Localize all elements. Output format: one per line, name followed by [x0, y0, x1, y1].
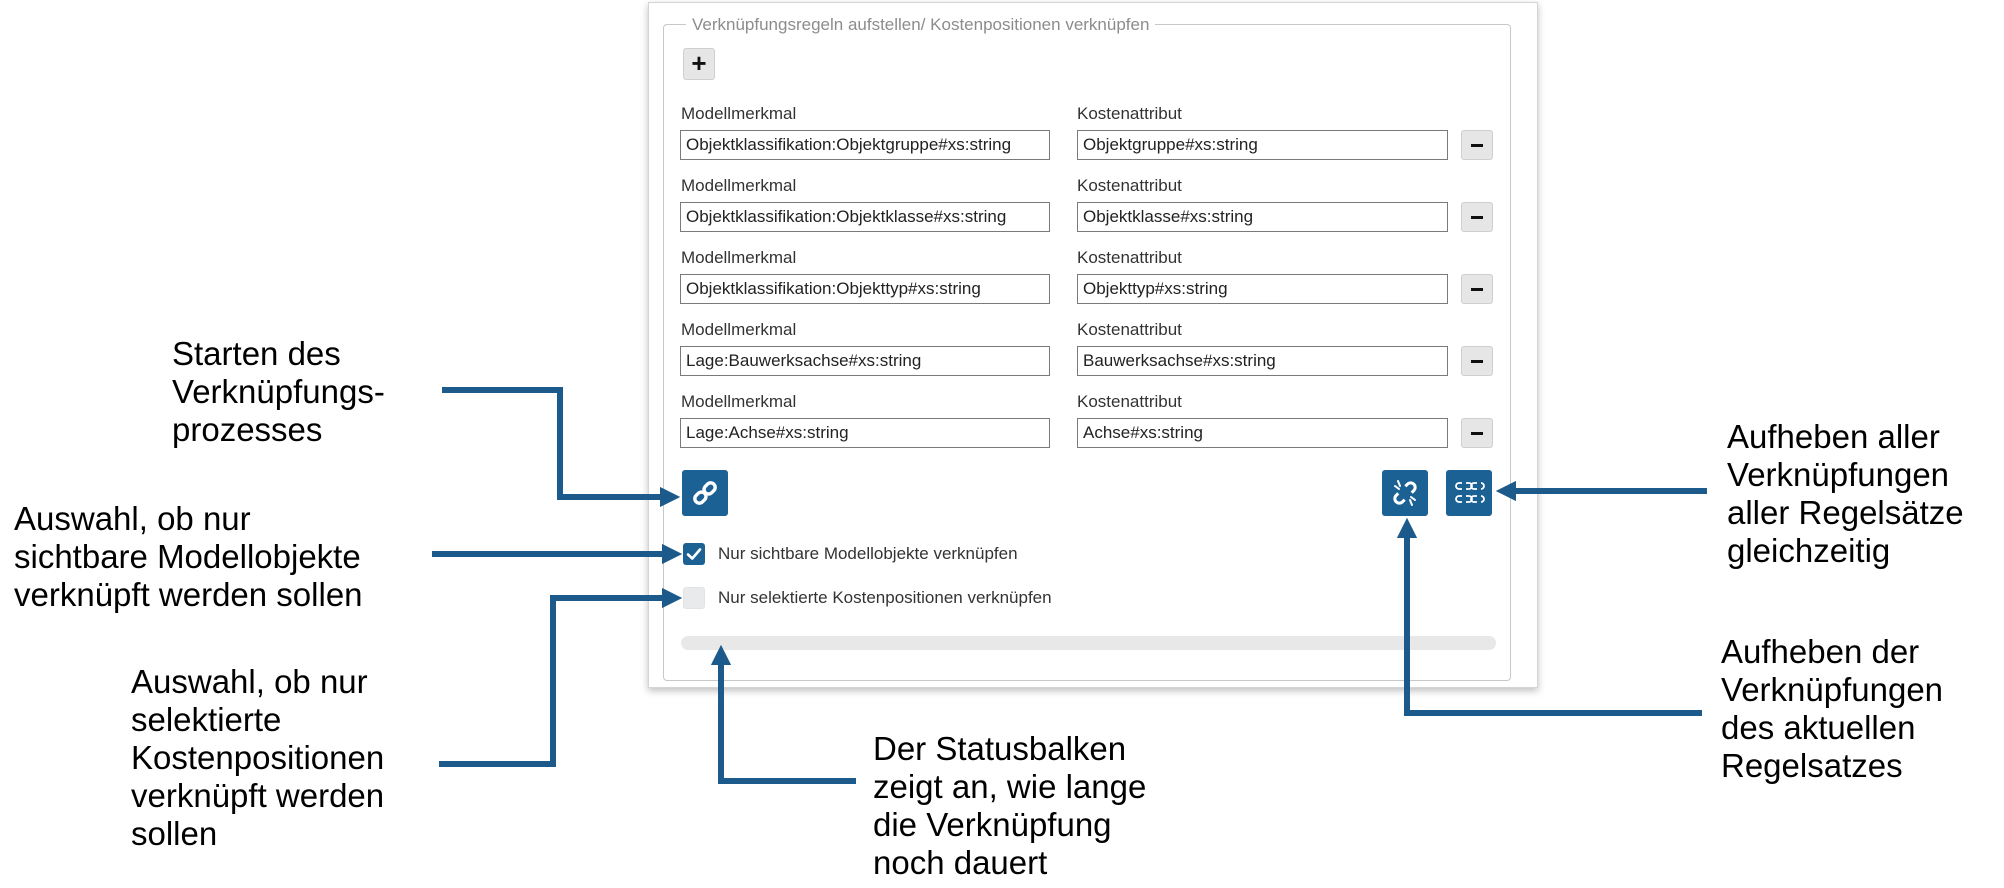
add-rule-button[interactable]: +	[683, 48, 715, 80]
status-progress-bar	[681, 636, 1496, 650]
selected-positions-label: Nur selektierte Kostenpositionen verknüp…	[718, 588, 1052, 607]
model-feature-input[interactable]	[680, 202, 1050, 232]
remove-rule-button[interactable]	[1461, 274, 1493, 304]
unlink-all-rulesets-button[interactable]	[1446, 470, 1492, 516]
broken-links-multiple-icon	[1455, 482, 1485, 503]
selected-positions-checkbox[interactable]	[683, 587, 705, 609]
model-feature-label: Modellmerkmal	[681, 176, 797, 195]
arrow-selected-positions	[439, 587, 683, 767]
cost-attribute-input[interactable]	[1077, 202, 1448, 232]
cost-attribute-label: Kostenattribut	[1077, 176, 1182, 195]
checkmark-icon	[686, 548, 702, 560]
broken-link-icon	[1393, 480, 1417, 506]
unlink-current-ruleset-button[interactable]	[1382, 470, 1428, 516]
link-icon	[693, 481, 717, 505]
cost-attribute-label: Kostenattribut	[1077, 320, 1182, 339]
remove-rule-button[interactable]	[1461, 130, 1493, 160]
model-feature-input[interactable]	[680, 418, 1050, 448]
fieldset-legend: Verknüpfungsregeln aufstellen/ Kostenpos…	[686, 15, 1156, 35]
model-feature-label: Modellmerkmal	[681, 392, 797, 411]
model-feature-input[interactable]	[680, 274, 1050, 304]
cost-attribute-input[interactable]	[1077, 130, 1448, 160]
model-feature-input[interactable]	[680, 130, 1050, 160]
cost-attribute-label: Kostenattribut	[1077, 104, 1182, 123]
annotation-unlink-all: Aufheben aller Verknüpfungen aller Regelsä…	[1727, 418, 1964, 569]
visible-objects-checkbox[interactable]	[683, 543, 705, 565]
remove-rule-button[interactable]	[1461, 202, 1493, 232]
annotation-status-bar: Der Statusbalken zeigt an, wie lange die V…	[873, 730, 1147, 881]
cost-attribute-input[interactable]	[1077, 274, 1448, 304]
cost-attribute-input[interactable]	[1077, 346, 1448, 376]
annotation-selected-positions: Auswahl, ob nur selektierte Kostenposition…	[131, 663, 385, 852]
visible-objects-label: Nur sichtbare Modellobjekte verknüpfen	[718, 544, 1018, 563]
model-feature-label: Modellmerkmal	[681, 104, 797, 123]
remove-rule-button[interactable]	[1461, 346, 1493, 376]
model-feature-input[interactable]	[680, 346, 1050, 376]
arrow-start-linking	[442, 387, 681, 508]
start-linking-button[interactable]	[682, 470, 728, 516]
model-feature-label: Modellmerkmal	[681, 248, 797, 267]
cost-attribute-label: Kostenattribut	[1077, 392, 1182, 411]
annotation-visible-objects: Auswahl, ob nur sichtbare Modellobjekte ve…	[14, 500, 363, 613]
annotation-start-linking: Starten des Verknüpfungs-prozesses	[172, 335, 385, 448]
remove-rule-button[interactable]	[1461, 418, 1493, 448]
annotation-unlink-current: Aufheben der Verknüpfungen des aktuellen Re…	[1721, 633, 1944, 784]
model-feature-label: Modellmerkmal	[681, 320, 797, 339]
cost-attribute-label: Kostenattribut	[1077, 248, 1182, 267]
cost-attribute-input[interactable]	[1077, 418, 1448, 448]
